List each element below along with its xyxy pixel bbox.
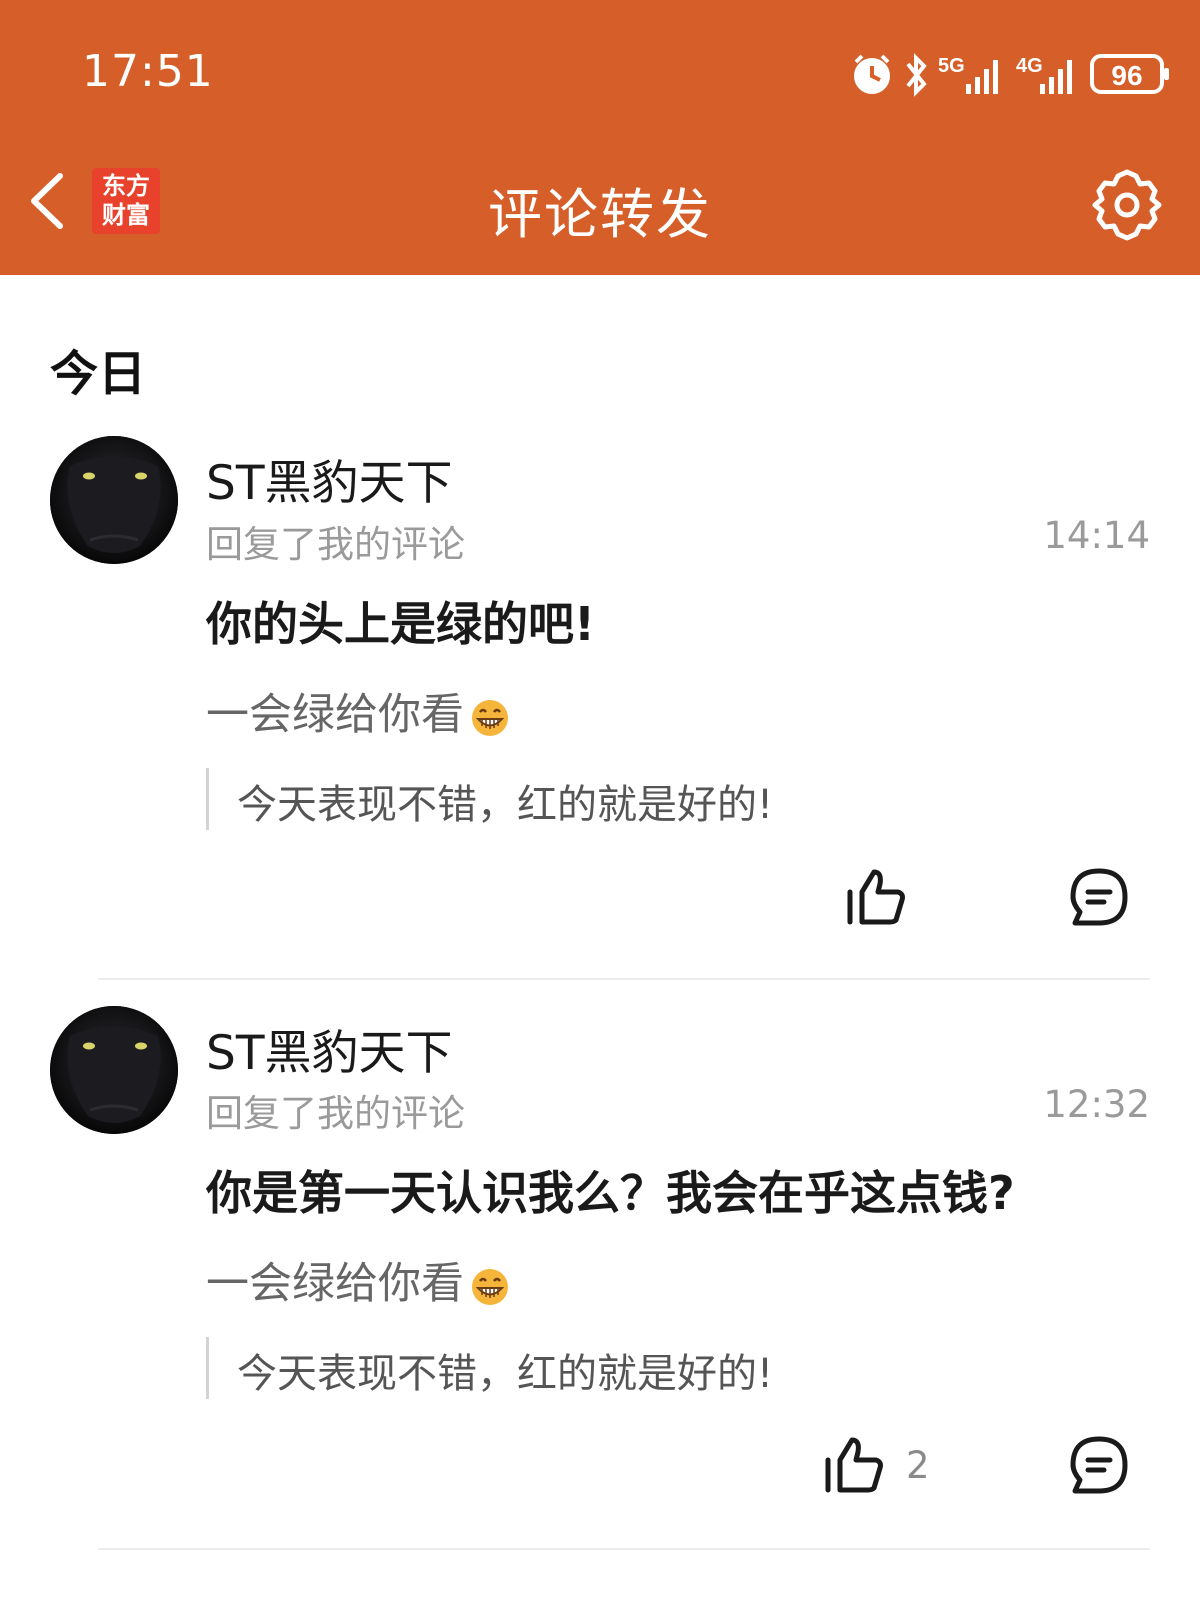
like-button[interactable]: [844, 866, 908, 930]
gear-icon: [1092, 169, 1162, 241]
comment-button[interactable]: [1068, 866, 1130, 928]
comment-icon: [1070, 868, 1128, 926]
divider: [98, 978, 1150, 980]
reply-text: 你是第一天认识我么？我会在乎这点钱?: [206, 1166, 1015, 1220]
like-button[interactable]: [822, 1434, 886, 1498]
timestamp: 12:32: [1043, 1083, 1150, 1126]
quoted-comment[interactable]: 今天表现不错，红的就是好的!: [206, 1337, 1129, 1399]
my-comment-text: 一会绿给你看: [206, 1259, 464, 1309]
settings-button[interactable]: [1088, 166, 1166, 244]
my-comment-text: 一会绿给你看: [206, 690, 464, 740]
network-1-label: 5G: [938, 55, 965, 77]
timestamp: 14:14: [1043, 514, 1150, 557]
header-bar: 17:51 5G 4G 96 东方 财富 评论转发: [0, 0, 1200, 275]
alarm-icon: [854, 54, 890, 94]
avatar[interactable]: [50, 436, 178, 564]
comment-icon: [1070, 1436, 1128, 1494]
comment-button[interactable]: [1068, 1434, 1130, 1496]
action-text: 回复了我的评论: [206, 1092, 465, 1135]
quoted-comment-text: 今天表现不错，红的就是好的!: [237, 782, 774, 828]
bluetooth-icon: [906, 53, 927, 97]
action-text: 回复了我的评论: [206, 523, 465, 566]
status-time: 17:51: [82, 46, 214, 97]
like-count: 2: [906, 1444, 930, 1487]
page-title: 评论转发: [488, 183, 712, 246]
divider: [98, 1548, 1150, 1550]
my-comment: 一会绿给你看: [206, 1249, 510, 1311]
author-name[interactable]: ST黑豹天下: [206, 1014, 453, 1083]
quoted-comment-text: 今天表现不错，红的就是好的!: [237, 1351, 774, 1397]
avatar[interactable]: [50, 1006, 178, 1134]
reply-text: 你的头上是绿的吧!: [206, 597, 595, 651]
battery-icon: 96: [1090, 54, 1169, 94]
grin-emoji-icon: [472, 699, 508, 736]
quoted-comment[interactable]: 今天表现不错，红的就是好的!: [206, 768, 1129, 830]
thumbs-up-icon: [825, 1437, 883, 1493]
grin-emoji-icon: [472, 1268, 508, 1305]
status-icons: 5G 4G 96: [854, 53, 1169, 97]
svg-text:96: 96: [1111, 60, 1142, 91]
thumbs-up-icon: [847, 869, 905, 925]
signal-icon: [1040, 60, 1072, 94]
section-title: 今日: [50, 346, 147, 402]
my-comment: 一会绿给你看: [206, 680, 510, 742]
author-name[interactable]: ST黑豹天下: [206, 444, 453, 513]
network-2-label: 4G: [1016, 55, 1043, 77]
signal-icon: [966, 60, 998, 94]
